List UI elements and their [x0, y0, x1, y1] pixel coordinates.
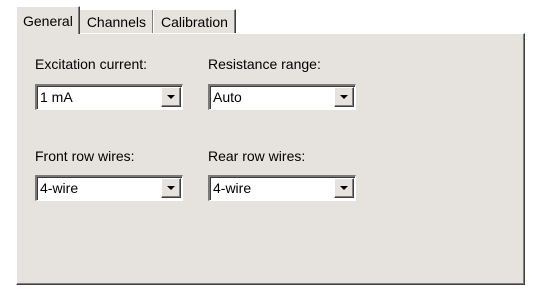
resistance-range-select[interactable]: Auto: [208, 84, 356, 110]
settings-dialog: General Channels Calibration Excitation …: [0, 0, 543, 301]
rear-row-wires-value: 4-wire: [213, 180, 252, 196]
resistance-range-label: Resistance range:: [208, 56, 321, 72]
rear-row-wires-dropdown-button[interactable]: [334, 178, 354, 198]
front-row-wires-dropdown-button[interactable]: [161, 178, 181, 198]
resistance-range-value: Auto: [213, 89, 242, 105]
tab-channels[interactable]: Channels: [78, 9, 154, 34]
tab-calibration[interactable]: Calibration: [152, 9, 236, 34]
excitation-current-dropdown-button[interactable]: [161, 87, 181, 107]
rear-row-wires-label: Rear row wires:: [208, 148, 306, 164]
general-panel: Excitation current: 1 mA Resistance rang…: [16, 33, 525, 285]
chevron-down-icon: [167, 186, 175, 190]
front-row-wires-select[interactable]: 4-wire: [35, 175, 183, 201]
chevron-down-icon: [340, 186, 348, 190]
rear-row-wires-select[interactable]: 4-wire: [208, 175, 356, 201]
excitation-current-value: 1 mA: [40, 89, 73, 105]
chevron-down-icon: [167, 95, 175, 99]
chevron-down-icon: [340, 95, 348, 99]
resistance-range-dropdown-button[interactable]: [334, 87, 354, 107]
front-row-wires-label: Front row wires:: [35, 148, 135, 164]
front-row-wires-value: 4-wire: [40, 180, 79, 196]
tab-strip: General Channels Calibration: [16, 6, 236, 34]
excitation-current-label: Excitation current:: [35, 56, 148, 72]
excitation-current-select[interactable]: 1 mA: [35, 84, 183, 110]
tab-general[interactable]: General: [16, 6, 80, 34]
